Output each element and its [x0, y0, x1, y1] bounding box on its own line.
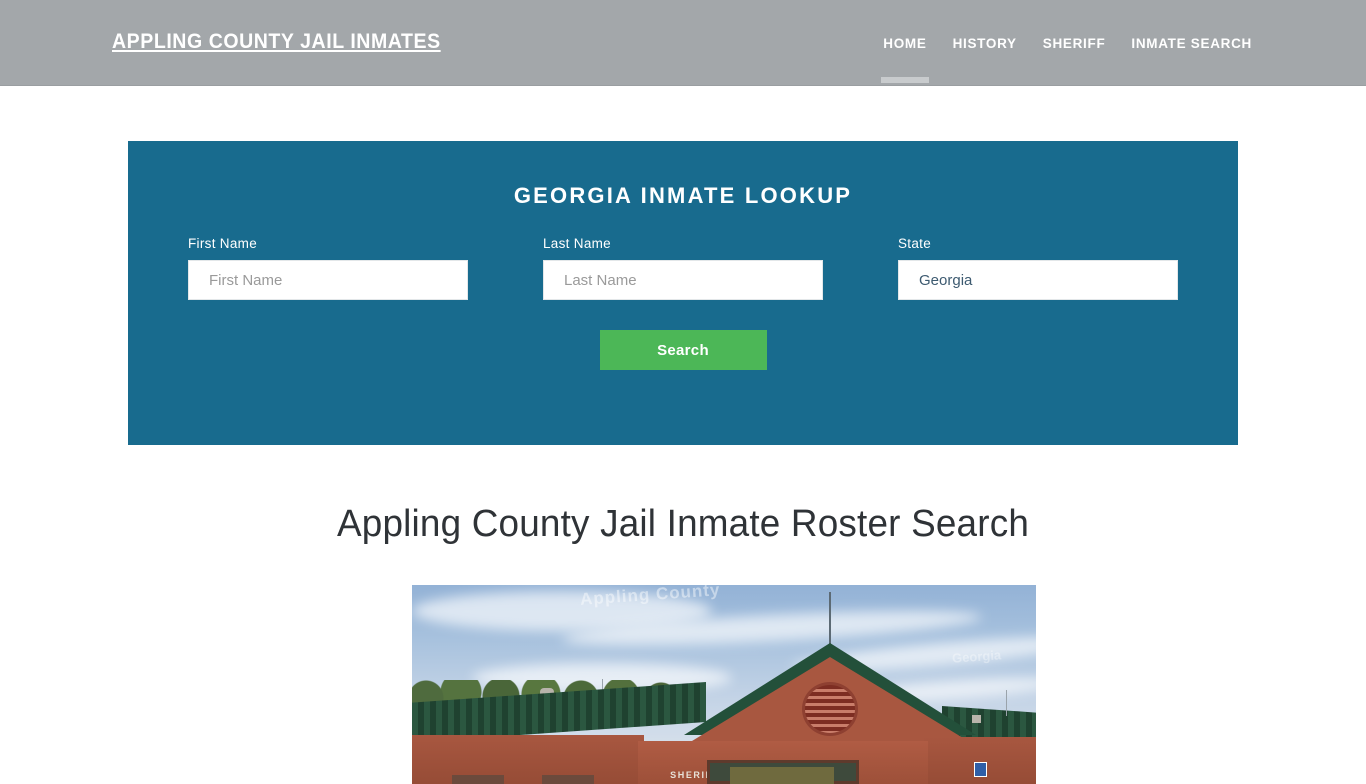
state-select[interactable]: Georgia	[898, 260, 1178, 300]
state-label: State	[898, 236, 932, 251]
photo-accessibility-sign	[974, 762, 987, 777]
photo-window	[452, 775, 504, 784]
nav-item-sheriff[interactable]: SHERIFF	[1030, 0, 1119, 86]
last-name-field-group: Last Name	[543, 236, 823, 300]
photo-pole	[1006, 690, 1007, 716]
nav-item-history[interactable]: HISTORY	[940, 0, 1030, 86]
nav-item-home-label: HOME	[883, 35, 927, 51]
nav-active-indicator	[880, 77, 929, 83]
inmate-lookup-panel: GEORGIA INMATE LOOKUP First Name Last Na…	[128, 141, 1238, 445]
photo-door-glass	[730, 767, 834, 784]
state-select-value: Georgia	[919, 271, 973, 289]
search-button[interactable]: Search	[599, 330, 767, 370]
page-title: Appling County Jail Inmate Roster Search	[336, 503, 1030, 545]
lookup-panel-title: GEORGIA INMATE LOOKUP	[513, 183, 853, 208]
photo-antenna	[829, 592, 831, 644]
nav-item-inmate-search-label: INMATE SEARCH	[1131, 35, 1252, 51]
sheriff-office-photo: Appling County Georgia SHERIFF'S OFFICE	[412, 585, 1036, 784]
main-navigation: HOME HISTORY SHERIFF INMATE SEARCH	[870, 0, 1252, 86]
last-name-label: Last Name	[543, 236, 611, 251]
site-header: APPLING COUNTY JAIL INMATES HOME HISTORY…	[0, 0, 1366, 86]
first-name-input[interactable]	[188, 260, 468, 300]
photo-gable-vent	[802, 682, 858, 736]
state-field-group: State Georgia	[898, 236, 1178, 300]
first-name-label: First Name	[188, 236, 258, 251]
last-name-input[interactable]	[543, 260, 823, 300]
first-name-field-group: First Name	[188, 236, 468, 300]
nav-item-inmate-search[interactable]: INMATE SEARCH	[1118, 0, 1252, 86]
photo-window	[542, 775, 594, 784]
nav-item-sheriff-label: SHERIFF	[1042, 35, 1106, 51]
site-brand[interactable]: APPLING COUNTY JAIL INMATES	[112, 30, 441, 54]
lookup-form-fields: First Name Last Name State Georgia	[128, 236, 1238, 311]
nav-item-home[interactable]: HOME	[870, 0, 939, 86]
photo-canvas: Appling County Georgia SHERIFF'S OFFICE	[412, 585, 1036, 784]
nav-item-history-label: HISTORY	[952, 35, 1017, 51]
search-button-row: Search	[128, 330, 1238, 370]
